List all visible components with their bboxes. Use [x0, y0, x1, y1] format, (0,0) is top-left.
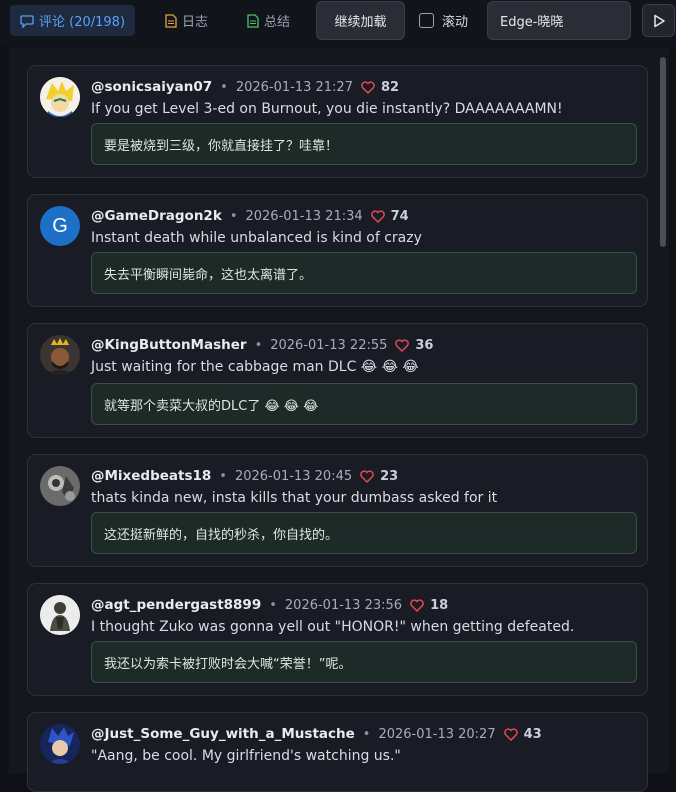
comment-time: 2026-01-13 20:45 [234, 468, 353, 484]
meta-separator: • [220, 79, 228, 95]
avatar [40, 595, 80, 635]
heart-icon [360, 469, 374, 483]
comment-card: @Just_Some_Guy_with_a_Mustache • 2026-01… [27, 712, 648, 792]
heart-icon [395, 338, 410, 352]
comment-translation: 就等那个卖菜大叔的DLC了 😂 😂 😂 [91, 383, 637, 425]
heart-icon [503, 727, 518, 741]
scrollbar-thumb[interactable] [660, 57, 666, 247]
comment-text: Instant death while unbalanced is kind o… [91, 230, 422, 246]
summary-file-icon [247, 13, 259, 28]
play-icon [653, 14, 665, 27]
tab-comments-label: 评论 (20/198) [39, 15, 126, 30]
comment-translation: 我还以为索卡被打败时会大喊“荣誉！”呢。 [91, 641, 637, 683]
comment-author[interactable]: @GameDragon2k [91, 208, 222, 224]
like-count: 82 [380, 79, 400, 95]
comment-time: 2026-01-13 20:27 [378, 726, 496, 742]
comment-text: Just waiting for the cabbage man DLC 😂 😂… [91, 359, 419, 375]
like-count: 18 [430, 597, 449, 613]
comment-text: thats kinda new, insta kills that your d… [91, 490, 498, 506]
comment-translation: 这还挺新鲜的，自找的秒杀，你自找的。 [91, 512, 637, 554]
comment-author[interactable]: @Just_Some_Guy_with_a_Mustache [91, 726, 355, 742]
comment-time: 2026-01-13 22:55 [270, 337, 388, 353]
avatar: G [40, 206, 80, 246]
meta-separator: • [269, 597, 277, 613]
tab-summary-label: 总结 [264, 15, 291, 30]
voice-select[interactable]: Edge-晓晓 [487, 1, 631, 40]
heart-icon [361, 80, 375, 94]
comment-text: I thought Zuko was gonna yell out "HONOR… [91, 619, 575, 635]
tab-summary[interactable]: 总结 [247, 5, 290, 36]
tab-log[interactable]: 日志 [165, 5, 208, 36]
comment-author[interactable]: @sonicsaiyan07 [91, 79, 212, 95]
like-count: 43 [523, 726, 542, 742]
chat-bubble-icon [20, 14, 34, 28]
comment-card: @Mixedbeats18 • 2026-01-13 20:45 23 that… [27, 454, 648, 567]
comment-author[interactable]: @KingButtonMasher [91, 337, 247, 353]
comment-time: 2026-01-13 21:34 [245, 208, 363, 224]
tab-comments[interactable]: 评论 (20/198) [10, 5, 136, 36]
avatar-letter: G [52, 214, 68, 237]
comment-card: @KingButtonMasher • 2026-01-13 22:55 36 … [27, 323, 648, 438]
meta-separator: • [254, 337, 263, 353]
heart-icon [370, 209, 385, 223]
comment-time: 2026-01-13 23:56 [284, 597, 403, 613]
comment-author[interactable]: @agt_pendergast8899 [91, 597, 261, 613]
tab-log-label: 日志 [182, 15, 209, 30]
like-count: 36 [415, 337, 434, 353]
log-file-icon [165, 13, 177, 28]
comment-card: @sonicsaiyan07 • 2026-01-13 21:27 82 If … [27, 65, 648, 178]
toolbar: 评论 (20/198) 日志 总结 继续加载 滚动 Edge-晓晓 [0, 0, 676, 46]
auto-scroll-checkbox[interactable] [419, 13, 434, 28]
heart-icon [410, 598, 424, 612]
meta-separator: • [362, 726, 371, 742]
meta-separator: • [219, 468, 227, 484]
avatar [40, 724, 80, 764]
avatar [40, 466, 80, 506]
comment-card: G @GameDragon2k • 2026-01-13 21:34 74 In… [27, 194, 648, 307]
comment-card: @agt_pendergast8899 • 2026-01-13 23:56 1… [27, 583, 648, 696]
comment-time: 2026-01-13 21:27 [235, 79, 353, 95]
meta-separator: • [229, 208, 238, 224]
comment-text: If you get Level 3-ed on Burnout, you di… [91, 101, 563, 117]
auto-scroll-label: 滚动 [442, 15, 469, 30]
play-button[interactable] [642, 4, 675, 37]
comment-translation: 要是被烧到三级，你就直接挂了？哇靠！ [91, 123, 637, 165]
load-more-button[interactable]: 继续加载 [316, 1, 405, 40]
auto-scroll-toggle[interactable]: 滚动 [419, 11, 468, 30]
like-count: 23 [380, 468, 399, 484]
like-count: 74 [390, 208, 409, 224]
comment-author[interactable]: @Mixedbeats18 [91, 468, 211, 484]
avatar [40, 335, 80, 375]
comment-translation: 失去平衡瞬间毙命，这也太离谱了。 [91, 252, 637, 294]
avatar [40, 77, 80, 117]
comment-text: "Aang, be cool. My girlfriend's watching… [91, 748, 401, 764]
